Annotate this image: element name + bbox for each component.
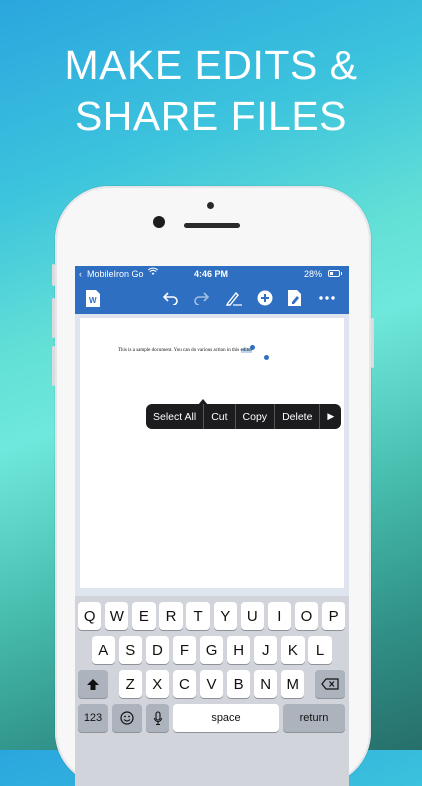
- select-all-menu-item[interactable]: Select All: [146, 404, 205, 429]
- key-t[interactable]: T: [186, 602, 210, 630]
- phone-frame: ‹ MobileIron Go 4:46 PM 28% W This is a …: [52, 186, 374, 786]
- return-key[interactable]: return: [283, 704, 345, 732]
- mute-switch: [52, 264, 55, 286]
- key-x[interactable]: X: [145, 670, 169, 698]
- microphone-icon[interactable]: [146, 704, 169, 732]
- delete-menu-item[interactable]: Delete: [275, 404, 321, 429]
- battery-percent: 28%: [304, 269, 323, 279]
- key-c[interactable]: C: [172, 670, 197, 698]
- volume-up-button: [52, 298, 55, 338]
- clock: 4:46 PM: [194, 269, 229, 279]
- more-icon[interactable]: [317, 288, 337, 308]
- copy-menu-item[interactable]: Copy: [236, 404, 276, 429]
- key-n[interactable]: N: [254, 670, 278, 698]
- svg-text:W: W: [89, 296, 97, 305]
- document-paragraph[interactable]: This is a sample document. You can do va…: [118, 348, 253, 353]
- key-a[interactable]: A: [91, 636, 115, 664]
- key-k[interactable]: K: [281, 636, 305, 664]
- shift-key[interactable]: [78, 670, 108, 698]
- key-d[interactable]: D: [145, 636, 170, 664]
- key-g[interactable]: G: [199, 636, 224, 664]
- key-s[interactable]: S: [118, 636, 142, 664]
- key-v[interactable]: V: [199, 670, 224, 698]
- redo-icon[interactable]: [191, 288, 211, 308]
- edit-context-menu: Select All Cut Copy Delete ▶: [146, 404, 342, 429]
- key-j[interactable]: J: [254, 636, 278, 664]
- add-icon[interactable]: [255, 288, 275, 308]
- key-y[interactable]: Y: [213, 602, 237, 630]
- phone-screen: ‹ MobileIron Go 4:46 PM 28% W This is a …: [75, 266, 349, 786]
- volume-down-button: [52, 346, 55, 386]
- selection-end-handle[interactable]: [264, 355, 269, 360]
- space-key[interactable]: space: [173, 704, 279, 732]
- wifi-icon: [147, 267, 159, 278]
- undo-icon[interactable]: [161, 288, 181, 308]
- key-h[interactable]: H: [227, 636, 251, 664]
- emoji-icon[interactable]: [112, 704, 142, 732]
- cut-menu-item[interactable]: Cut: [204, 404, 236, 429]
- key-p[interactable]: P: [321, 602, 346, 630]
- onscreen-keyboard: 123 space return QWERTYUIOP ASDFGHJKL ZXCV…: [75, 596, 349, 786]
- earpiece-speaker: [184, 223, 240, 228]
- key-f[interactable]: F: [172, 636, 197, 664]
- more-menu-arrow-icon[interactable]: ▶: [320, 404, 341, 429]
- carrier-label: MobileIron Go: [87, 269, 144, 279]
- key-l[interactable]: L: [308, 636, 332, 664]
- headline-line-1: MAKE EDITS &: [64, 42, 358, 88]
- key-u[interactable]: U: [240, 602, 264, 630]
- edit-doc-icon[interactable]: [285, 288, 305, 308]
- power-button: [371, 318, 374, 368]
- key-o[interactable]: O: [294, 602, 319, 630]
- key-i[interactable]: I: [267, 602, 292, 630]
- editor-toolbar: W: [75, 282, 349, 314]
- document-canvas[interactable]: This is a sample document. You can do va…: [80, 318, 344, 588]
- key-e[interactable]: E: [132, 602, 156, 630]
- selection-start-handle[interactable]: [250, 345, 255, 350]
- headline-line-2: SHARE FILES: [74, 93, 348, 139]
- key-m[interactable]: M: [281, 670, 305, 698]
- status-bar: ‹ MobileIron Go 4:46 PM 28%: [75, 266, 349, 282]
- battery-icon: [328, 270, 340, 277]
- back-chevron-icon[interactable]: ‹: [79, 269, 82, 279]
- key-b[interactable]: B: [226, 670, 251, 698]
- key-z[interactable]: Z: [118, 670, 142, 698]
- battery-nub: [341, 272, 342, 275]
- promo-headline: MAKE EDITS & SHARE FILES: [0, 40, 422, 142]
- pen-icon[interactable]: [224, 288, 244, 308]
- word-doc-icon[interactable]: W: [83, 288, 103, 308]
- key-w[interactable]: W: [105, 602, 129, 630]
- front-camera: [153, 216, 165, 228]
- document-text: This is a sample document. You can do va…: [118, 348, 240, 353]
- backspace-key[interactable]: [315, 670, 345, 698]
- numbers-key[interactable]: 123: [78, 704, 108, 732]
- key-r[interactable]: R: [159, 602, 183, 630]
- key-q[interactable]: Q: [78, 602, 102, 630]
- sensor-dot: [207, 202, 214, 209]
